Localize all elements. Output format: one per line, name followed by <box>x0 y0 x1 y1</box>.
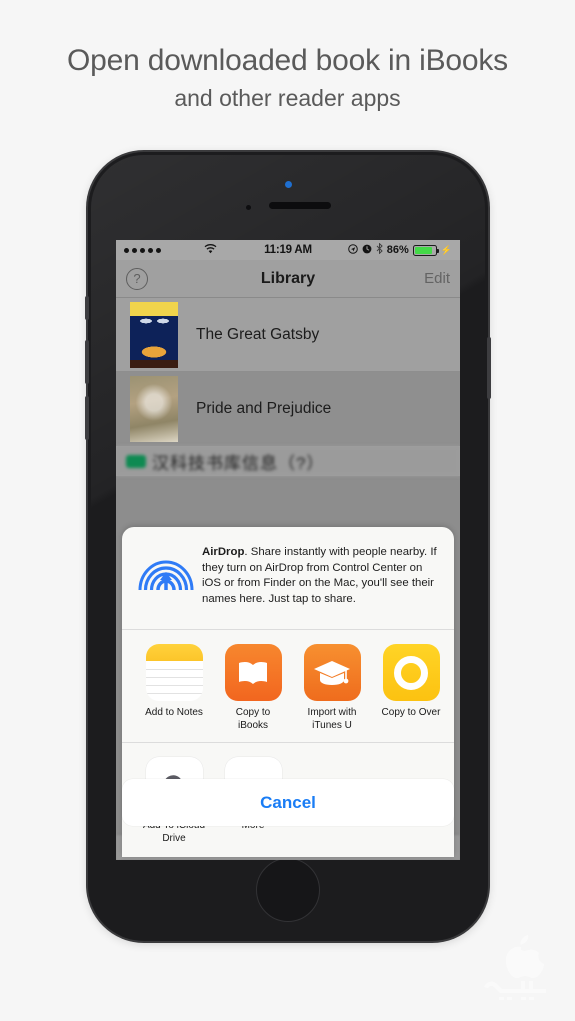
location-arrow-icon <box>347 243 358 257</box>
share-app-label: Copy to Over <box>381 707 441 718</box>
share-app-copy-to-ibooks[interactable]: Copy to iBooks <box>221 644 285 732</box>
list-item[interactable]: The Great Gatsby <box>116 298 460 372</box>
earpiece-speaker <box>269 202 331 209</box>
book-title: Pride and Prejudice <box>196 399 332 417</box>
status-bar-right-group: 86% ⚡ <box>347 242 452 257</box>
battery-percent-label: 86% <box>386 244 409 256</box>
itunes-u-icon <box>303 644 361 701</box>
book-badge-icon <box>126 454 146 468</box>
lightning-bolt-icon: ⚡ <box>440 244 452 255</box>
navigation-bar: ? Library Edit <box>116 260 460 298</box>
share-app-copy-to-over[interactable]: Copy to Over <box>379 644 443 732</box>
nav-title: Library <box>260 269 316 287</box>
power-button[interactable] <box>487 337 491 399</box>
volume-down-button[interactable] <box>85 396 89 440</box>
headline-line-2: and other reader apps <box>174 85 401 111</box>
obscured-list-item-text: 汉科技书库信息（?） <box>152 453 325 473</box>
share-app-label: Add to Notes <box>145 707 203 718</box>
proximity-sensor-icon <box>246 205 251 210</box>
share-app-add-to-notes[interactable]: Add to Notes <box>142 644 206 732</box>
screenshot-root: Open downloaded book in iBooks and other… <box>0 0 575 1021</box>
book-list: The Great Gatsby Pride and Prejudice 汉科技… <box>116 298 460 476</box>
home-button[interactable] <box>256 858 320 922</box>
phone-screen: 11:19 AM 86% ⚡ ? Library Edit The Great … <box>116 240 460 860</box>
share-app-label: Import with iTunes U <box>307 707 357 731</box>
bluetooth-icon <box>376 242 383 257</box>
headline-line-1: Open downloaded book in iBooks <box>67 44 508 77</box>
battery-icon <box>412 244 439 256</box>
alarm-clock-icon <box>362 244 372 257</box>
site-watermark-logo <box>481 931 561 1009</box>
iphone-device-frame: 11:19 AM 86% ⚡ ? Library Edit The Great … <box>85 152 491 941</box>
front-camera-icon <box>284 181 292 188</box>
airdrop-title: AirDrop <box>202 546 245 558</box>
over-icon <box>382 644 440 701</box>
airdrop-icon[interactable] <box>132 542 198 604</box>
airdrop-section: AirDrop. Share instantly with people nea… <box>122 527 454 630</box>
ibooks-icon <box>224 644 282 701</box>
airdrop-description: AirDrop. Share instantly with people nea… <box>202 542 440 607</box>
edit-button[interactable]: Edit <box>424 270 450 287</box>
volume-up-button[interactable] <box>85 340 89 384</box>
notes-icon <box>145 644 203 701</box>
cancel-button[interactable]: Cancel <box>122 779 454 826</box>
share-app-import-with-itunes-u[interactable]: Import with iTunes U <box>300 644 364 732</box>
book-cover-image <box>130 375 178 442</box>
status-bar: 11:19 AM 86% ⚡ <box>116 240 460 260</box>
share-app-label: Copy to iBooks <box>235 707 271 731</box>
obscured-list-item[interactable]: 汉科技书库信息（?） <box>116 446 460 476</box>
book-title: The Great Gatsby <box>196 325 320 343</box>
share-apps-row: Add to Notes Copy to iBooks Import with … <box>122 630 454 743</box>
mute-switch[interactable] <box>85 296 89 320</box>
page-title: Open downloaded book in iBooks and other… <box>0 42 575 114</box>
list-item[interactable]: Pride and Prejudice <box>116 372 460 446</box>
book-cover-image <box>130 301 178 368</box>
